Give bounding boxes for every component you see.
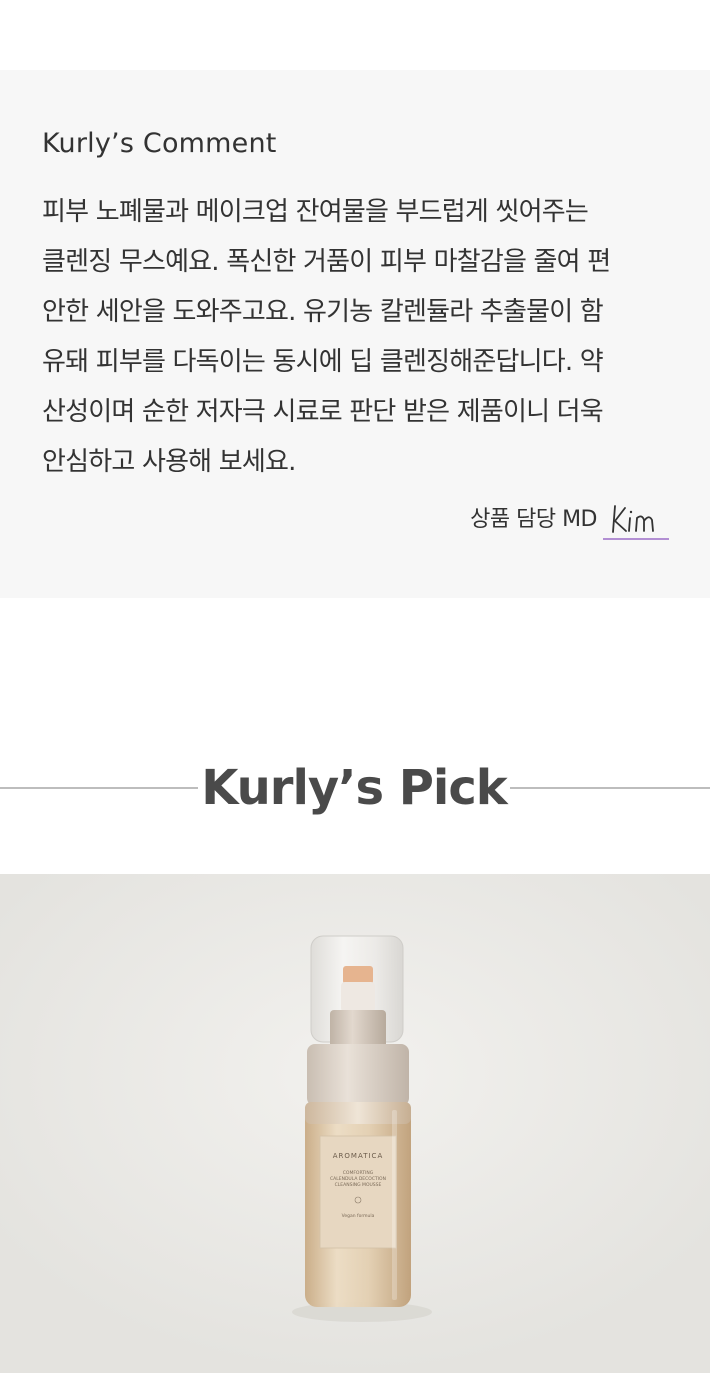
comment-line: 안심하고 사용해 보세요.: [42, 447, 296, 477]
cleansing-mousse-bottle-image: AROMATICA COMFORTING CALENDULA DECOCTION…: [0, 874, 710, 1373]
svg-text:CLEANSING MOUSSE: CLEANSING MOUSSE: [335, 1182, 382, 1188]
product-photo: AROMATICA COMFORTING CALENDULA DECOCTION…: [0, 874, 710, 1373]
signature-handwriting: [603, 500, 669, 540]
comment-line: 유돼 피부를 다독이는 동시에 딥 클렌징해준답니다. 약: [42, 347, 604, 377]
svg-text:Vegan formula: Vegan formula: [342, 1213, 375, 1219]
md-signature: 상품 담당 MD: [470, 500, 669, 540]
comment-line: 클렌징 무스예요. 폭신한 거품이 피부 마찰감을 줄여 편: [42, 247, 611, 277]
label-brand: AROMATICA: [333, 1152, 383, 1160]
signature-kim-handwriting: [612, 505, 654, 533]
comment-line: 피부 노폐물과 메이크업 잔여물을 부드럽게 씻어주는: [42, 197, 589, 227]
comment-body: 피부 노폐물과 메이크업 잔여물을 부드럽게 씻어주는 클렌징 무스예요. 폭신…: [42, 187, 672, 487]
comment-line: 안한 세안을 도와주고요. 유기농 칼렌듈라 추출물이 함: [42, 297, 604, 327]
comment-title: Kurly’s Comment: [42, 128, 277, 159]
pick-title: Kurly’s Pick: [201, 760, 507, 816]
kurlys-pick-header: Kurly’s Pick: [0, 750, 710, 826]
divider-right: [510, 787, 710, 789]
top-spacer: [0, 0, 710, 70]
svg-text:COMFORTING: COMFORTING: [343, 1170, 374, 1176]
comment-line: 산성이며 순한 저자극 시료로 판단 받은 제품이니 더욱: [42, 397, 604, 427]
divider-left: [0, 787, 198, 789]
signature-role: 상품 담당 MD: [470, 507, 597, 532]
svg-text:CALENDULA DECOCTION: CALENDULA DECOCTION: [330, 1176, 386, 1182]
